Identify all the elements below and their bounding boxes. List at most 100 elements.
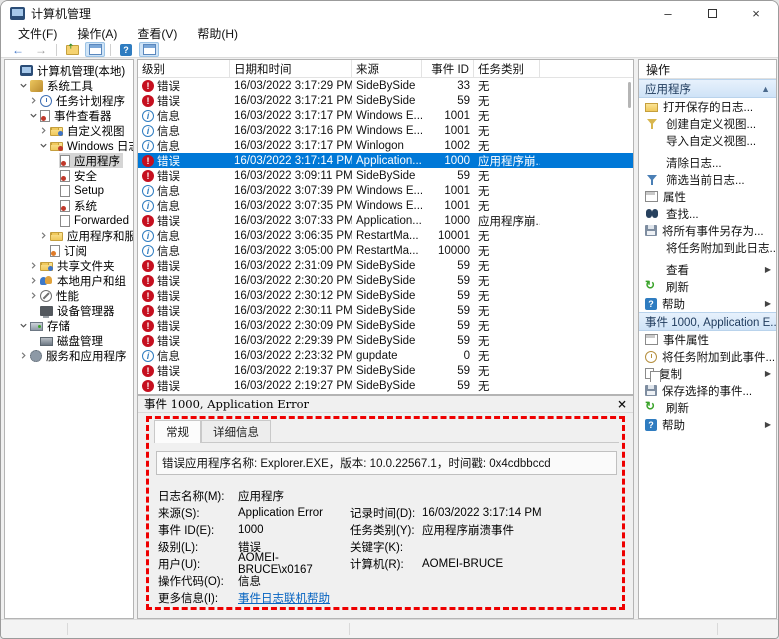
toolbar-button-help[interactable]: ? xyxy=(116,42,136,57)
column-header-4[interactable]: 事件 ID xyxy=(422,60,474,77)
save-icon xyxy=(645,225,657,236)
chevron-right-icon[interactable] xyxy=(37,231,49,240)
detail-close-icon[interactable]: × xyxy=(617,397,627,411)
action-attach-task-event[interactable]: 将任务附加到此事件... xyxy=(639,348,776,365)
tree-item-log-application[interactable]: 应用程序 xyxy=(5,153,133,168)
tree-item-task-scheduler[interactable]: 任务计划程序 xyxy=(5,93,133,108)
action-section-header-2[interactable]: 事件 1000, Application E...▲ xyxy=(639,312,776,331)
tree-item-computer-management[interactable]: 计算机管理(本地) xyxy=(5,63,133,78)
event-row[interactable]: i信息16/03/2022 3:17:16 PMWindows E...1001… xyxy=(138,123,633,138)
tree-item-subscriptions[interactable]: 订阅 xyxy=(5,243,133,258)
event-row[interactable]: i信息16/03/2022 2:23:32 PMgupdate0无 xyxy=(138,348,633,363)
minimize-button[interactable]: – xyxy=(646,1,690,25)
event-row[interactable]: !错误16/03/2022 3:17:29 PMSideBySide33无 xyxy=(138,78,633,93)
tree-item-log-forwarded[interactable]: Forwarded Eve xyxy=(5,213,133,228)
event-row[interactable]: i信息16/03/2022 3:07:35 PMWindows E...1001… xyxy=(138,198,633,213)
error-icon: ! xyxy=(142,215,154,227)
chevron-right-icon[interactable] xyxy=(17,351,29,360)
event-row[interactable]: !错误16/03/2022 2:30:20 PMSideBySide59无 xyxy=(138,273,633,288)
action-clear-log[interactable]: 清除日志... xyxy=(639,154,776,171)
event-row[interactable]: i信息16/03/2022 3:05:00 PMRestartMa...1000… xyxy=(138,243,633,258)
binoculars-icon xyxy=(645,207,661,220)
action-refresh2[interactable]: ↻刷新 xyxy=(639,399,776,416)
action-filter-current-log[interactable]: 筛选当前日志... xyxy=(639,171,776,188)
event-row[interactable]: !错误16/03/2022 3:17:14 PMApplication...10… xyxy=(138,153,633,168)
action-refresh[interactable]: ↻刷新 xyxy=(639,278,776,295)
chevron-down-icon[interactable] xyxy=(37,141,49,150)
chevron-right-icon[interactable] xyxy=(27,261,39,270)
chevron-right-icon[interactable] xyxy=(27,96,39,105)
action-view[interactable]: 查看▶ xyxy=(639,261,776,278)
column-header-5[interactable]: 任务类别 xyxy=(474,60,540,77)
event-row[interactable]: !错误16/03/2022 2:19:27 PMSideBySide59无 xyxy=(138,378,633,393)
event-row[interactable]: !错误16/03/2022 2:31:09 PMSideBySide59无 xyxy=(138,258,633,273)
tree-item-log-system[interactable]: 系统 xyxy=(5,198,133,213)
event-row[interactable]: i信息16/03/2022 3:07:39 PMWindows E...1001… xyxy=(138,183,633,198)
event-row[interactable]: !错误16/03/2022 2:30:11 PMSideBySide59无 xyxy=(138,303,633,318)
toolbar-button-console2[interactable] xyxy=(139,42,159,57)
tree-item-disk-management[interactable]: 磁盘管理 xyxy=(5,333,133,348)
menu-action[interactable]: 操作(A) xyxy=(68,24,126,43)
action-save-selected-events[interactable]: 保存选择的事件... xyxy=(639,382,776,399)
chevron-right-icon[interactable] xyxy=(37,126,49,135)
column-header-1[interactable]: 级别 xyxy=(138,60,230,77)
close-button[interactable]: × xyxy=(734,1,778,25)
chevron-right-icon[interactable] xyxy=(27,291,39,300)
action-import-custom-view[interactable]: 导入自定义视图... xyxy=(639,132,776,149)
action-copy[interactable]: 复制▶ xyxy=(639,365,776,382)
tree-item-shared-folders[interactable]: 共享文件夹 xyxy=(5,258,133,273)
event-row[interactable]: i信息16/03/2022 3:06:35 PMRestartMa...1000… xyxy=(138,228,633,243)
tree-item-storage[interactable]: 存储 xyxy=(5,318,133,333)
action-help2[interactable]: ?帮助▶ xyxy=(639,416,776,433)
event-row[interactable]: !错误16/03/2022 2:19:37 PMSideBySide59无 xyxy=(138,363,633,378)
menu-file[interactable]: 文件(F) xyxy=(9,24,66,43)
event-log-help-link[interactable]: 事件日志联机帮助 xyxy=(238,593,330,605)
action-help[interactable]: ?帮助▶ xyxy=(639,295,776,312)
tree-item-performance[interactable]: 性能 xyxy=(5,288,133,303)
chevron-right-icon[interactable] xyxy=(27,276,39,285)
tab-details[interactable]: 详细信息 xyxy=(201,420,271,443)
tree-item-log-setup[interactable]: Setup xyxy=(5,183,133,198)
menu-view[interactable]: 查看(V) xyxy=(128,24,186,43)
tree-item-event-viewer[interactable]: 事件查看器 xyxy=(5,108,133,123)
tree-item-system-tools[interactable]: 系统工具 xyxy=(5,78,133,93)
action-properties[interactable]: 属性 xyxy=(639,188,776,205)
event-row[interactable]: i信息16/03/2022 3:17:17 PMWindows E...1001… xyxy=(138,108,633,123)
tree-item-services-apps[interactable]: 服务和应用程序 xyxy=(5,348,133,363)
tab-general[interactable]: 常规 xyxy=(154,420,201,443)
actions-panel-title: 操作 xyxy=(639,60,776,79)
event-row[interactable]: !错误16/03/2022 2:30:09 PMSideBySide59无 xyxy=(138,318,633,333)
action-find[interactable]: 查找... xyxy=(639,205,776,222)
action-open-saved-log[interactable]: 打开保存的日志... xyxy=(639,98,776,115)
toolbar-button-forward[interactable]: → xyxy=(31,42,51,57)
chevron-down-icon[interactable] xyxy=(27,111,39,120)
event-row[interactable]: !错误16/03/2022 2:29:39 PMSideBySide59无 xyxy=(138,333,633,348)
column-header-3[interactable]: 来源 xyxy=(352,60,422,77)
action-section-header-1[interactable]: 应用程序▲ xyxy=(639,79,776,98)
tree-item-custom-views[interactable]: 自定义视图 xyxy=(5,123,133,138)
action-create-custom-view[interactable]: 创建自定义视图... xyxy=(639,115,776,132)
tree-item-device-manager[interactable]: 设备管理器 xyxy=(5,303,133,318)
event-row[interactable]: !错误16/03/2022 3:07:33 PMApplication...10… xyxy=(138,213,633,228)
collapse-icon[interactable]: ▲ xyxy=(761,84,770,94)
event-row[interactable]: i信息16/03/2022 3:17:17 PMWinlogon1002无 xyxy=(138,138,633,153)
toolbar-button-export[interactable] xyxy=(62,42,82,57)
tree-item-windows-logs[interactable]: Windows 日志 xyxy=(5,138,133,153)
maximize-button[interactable] xyxy=(690,1,734,25)
column-header-2[interactable]: 日期和时间 xyxy=(230,60,352,77)
tree-item-log-security[interactable]: 安全 xyxy=(5,168,133,183)
event-row[interactable]: !错误16/03/2022 3:17:21 PMSideBySide59无 xyxy=(138,93,633,108)
action-save-all-events[interactable]: 将所有事件另存为... xyxy=(639,222,776,239)
action-event-properties[interactable]: 事件属性 xyxy=(639,331,776,348)
list-scrollbar[interactable] xyxy=(628,82,631,108)
toolbar-button-back[interactable]: ← xyxy=(8,42,28,57)
chevron-down-icon[interactable] xyxy=(17,321,29,330)
tree-item-app-service-logs[interactable]: 应用程序和服务日志 xyxy=(5,228,133,243)
chevron-down-icon[interactable] xyxy=(17,81,29,90)
action-attach-task-log[interactable]: 将任务附加到此日志... xyxy=(639,239,776,256)
menu-help[interactable]: 帮助(H) xyxy=(188,24,247,43)
toolbar-button-console[interactable] xyxy=(85,42,105,57)
tree-item-local-users-groups[interactable]: 本地用户和组 xyxy=(5,273,133,288)
event-row[interactable]: !错误16/03/2022 3:09:11 PMSideBySide59无 xyxy=(138,168,633,183)
event-row[interactable]: !错误16/03/2022 2:30:12 PMSideBySide59无 xyxy=(138,288,633,303)
